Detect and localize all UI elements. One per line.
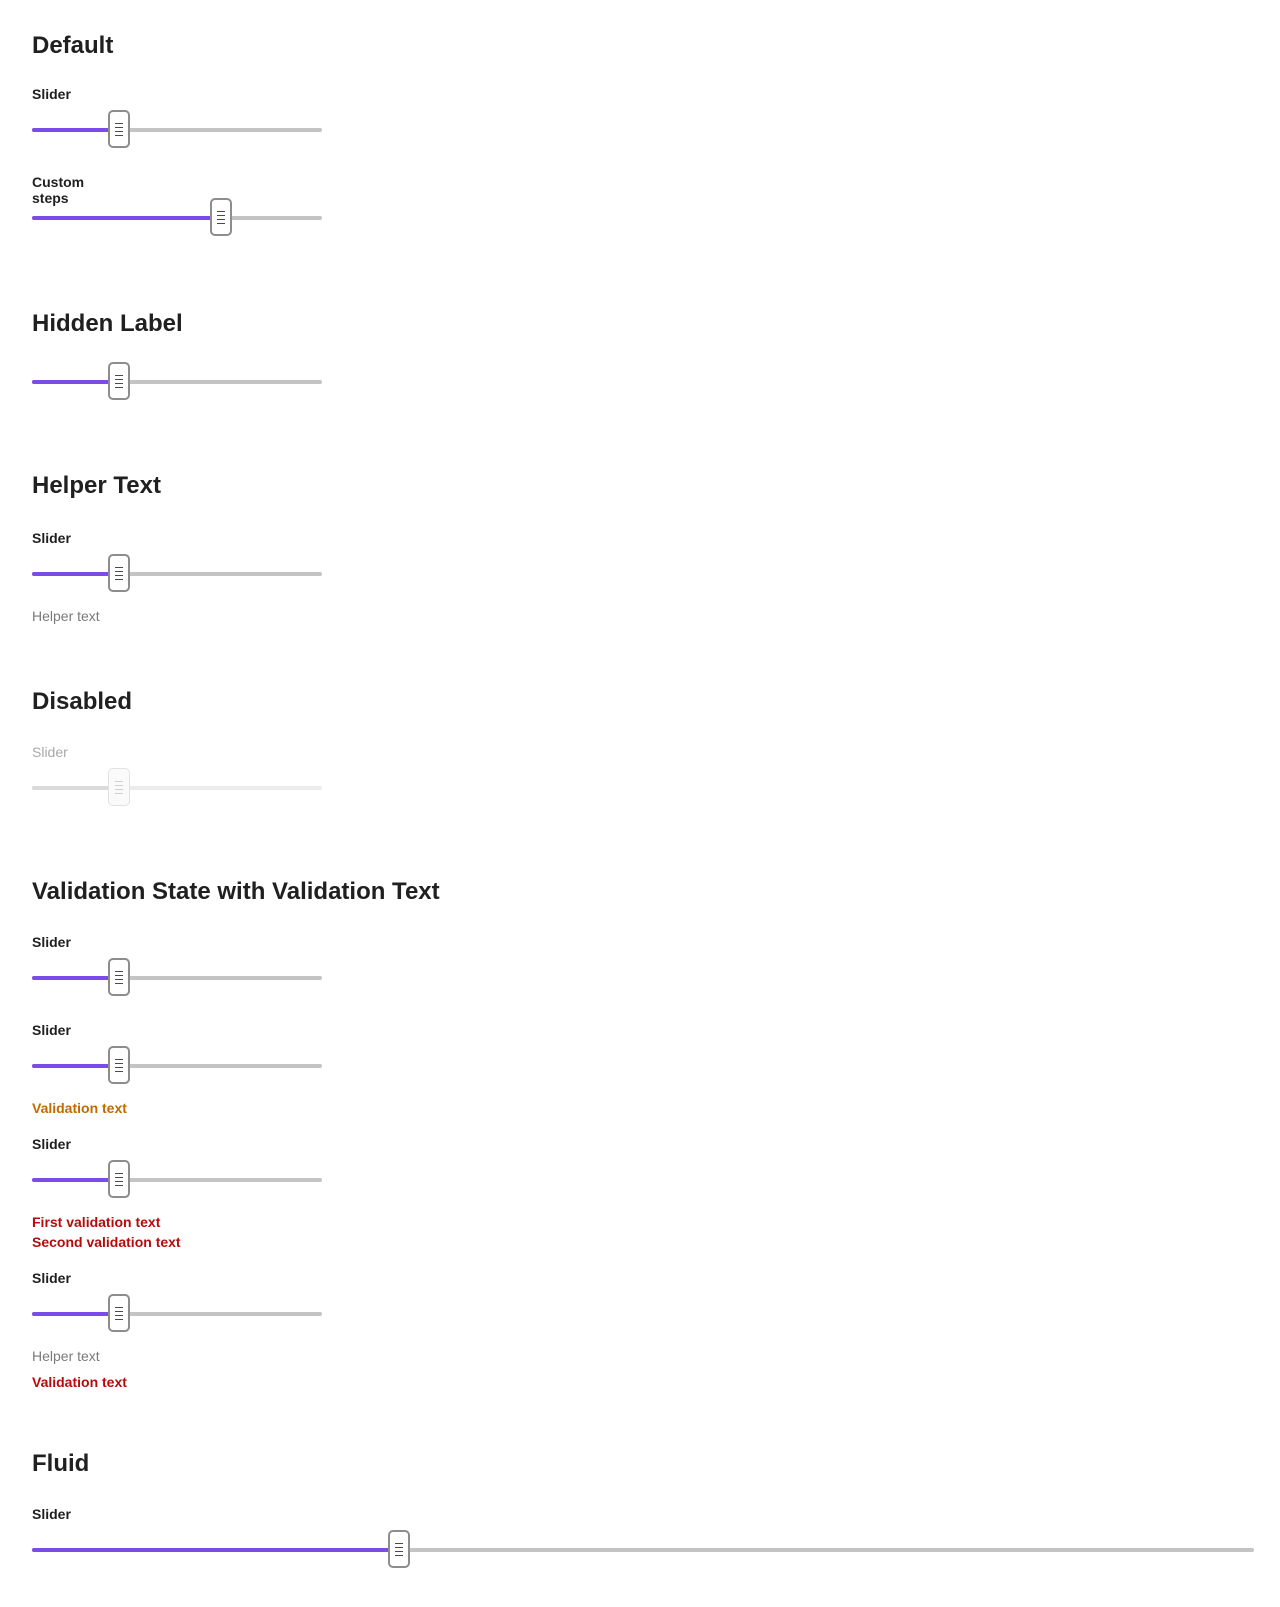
slider-thumb bbox=[108, 768, 130, 806]
slider-thumb[interactable] bbox=[108, 958, 130, 996]
slider-label: Slider bbox=[32, 934, 71, 950]
hidden-label-slider[interactable] bbox=[32, 362, 322, 402]
slider-label: Slider bbox=[32, 530, 71, 546]
section-hidden-label: Hidden Label bbox=[32, 310, 322, 400]
validation-text-error: Validation text bbox=[32, 1374, 127, 1390]
slider-label: Slider bbox=[32, 1022, 71, 1038]
section-title: Disabled bbox=[32, 688, 133, 715]
slider-fill bbox=[32, 1064, 119, 1068]
slider-fill bbox=[32, 1548, 399, 1552]
slider-thumb[interactable] bbox=[387, 1530, 410, 1568]
slider-fill bbox=[32, 1312, 119, 1316]
slider-label: Slider bbox=[32, 1136, 71, 1152]
custom-steps-slider[interactable] bbox=[32, 198, 322, 238]
slider-thumb[interactable] bbox=[108, 362, 130, 400]
helper-text: Helper text bbox=[32, 608, 100, 624]
slider-thumb[interactable] bbox=[108, 1046, 130, 1084]
slider-fill bbox=[32, 1178, 119, 1182]
disabled-slider bbox=[32, 768, 322, 808]
slider-fill bbox=[32, 380, 119, 384]
slider-thumb[interactable] bbox=[108, 110, 130, 148]
slider-label: Slider bbox=[32, 1506, 71, 1522]
fluid-slider[interactable] bbox=[32, 1530, 1254, 1570]
helper-text: Helper text bbox=[32, 1348, 100, 1364]
section-title: Default bbox=[32, 32, 114, 59]
slider-label: Slider bbox=[32, 86, 71, 102]
section-title: Hidden Label bbox=[32, 310, 183, 337]
section-title: Validation State with Validation Text bbox=[32, 878, 440, 905]
section-title: Helper Text bbox=[32, 472, 161, 499]
slider-thumb[interactable] bbox=[108, 1294, 130, 1332]
slider-fill bbox=[32, 976, 119, 980]
section-helper-text: Helper Text Slider Helper text bbox=[32, 472, 322, 624]
slider-fill bbox=[32, 786, 119, 790]
validation-text-error: First validation text bbox=[32, 1214, 161, 1230]
slider-thumb[interactable] bbox=[209, 198, 232, 236]
validation-text-warning: Validation text bbox=[32, 1100, 127, 1116]
section-title: Fluid bbox=[32, 1450, 90, 1477]
validation-slider-1[interactable] bbox=[32, 958, 322, 998]
validation-slider-2[interactable] bbox=[32, 1046, 322, 1086]
section-fluid: Fluid Slider bbox=[32, 1450, 1254, 1568]
slider-fill bbox=[32, 572, 119, 576]
slider-label: Slider bbox=[32, 744, 68, 760]
section-validation: Validation State with Validation Text Sl… bbox=[32, 878, 440, 1390]
section-disabled: Disabled Slider bbox=[32, 688, 322, 806]
slider-fill bbox=[32, 128, 119, 132]
helper-text-slider[interactable] bbox=[32, 554, 322, 594]
validation-slider-4[interactable] bbox=[32, 1294, 322, 1334]
slider-fill bbox=[32, 216, 221, 220]
slider-thumb[interactable] bbox=[108, 554, 130, 592]
section-default: Default Slider Custom steps bbox=[32, 32, 322, 236]
slider-thumb[interactable] bbox=[108, 1160, 130, 1198]
slider-label: Slider bbox=[32, 1270, 71, 1286]
validation-slider-3[interactable] bbox=[32, 1160, 322, 1200]
default-slider[interactable] bbox=[32, 110, 322, 150]
validation-text-error: Second validation text bbox=[32, 1234, 181, 1250]
